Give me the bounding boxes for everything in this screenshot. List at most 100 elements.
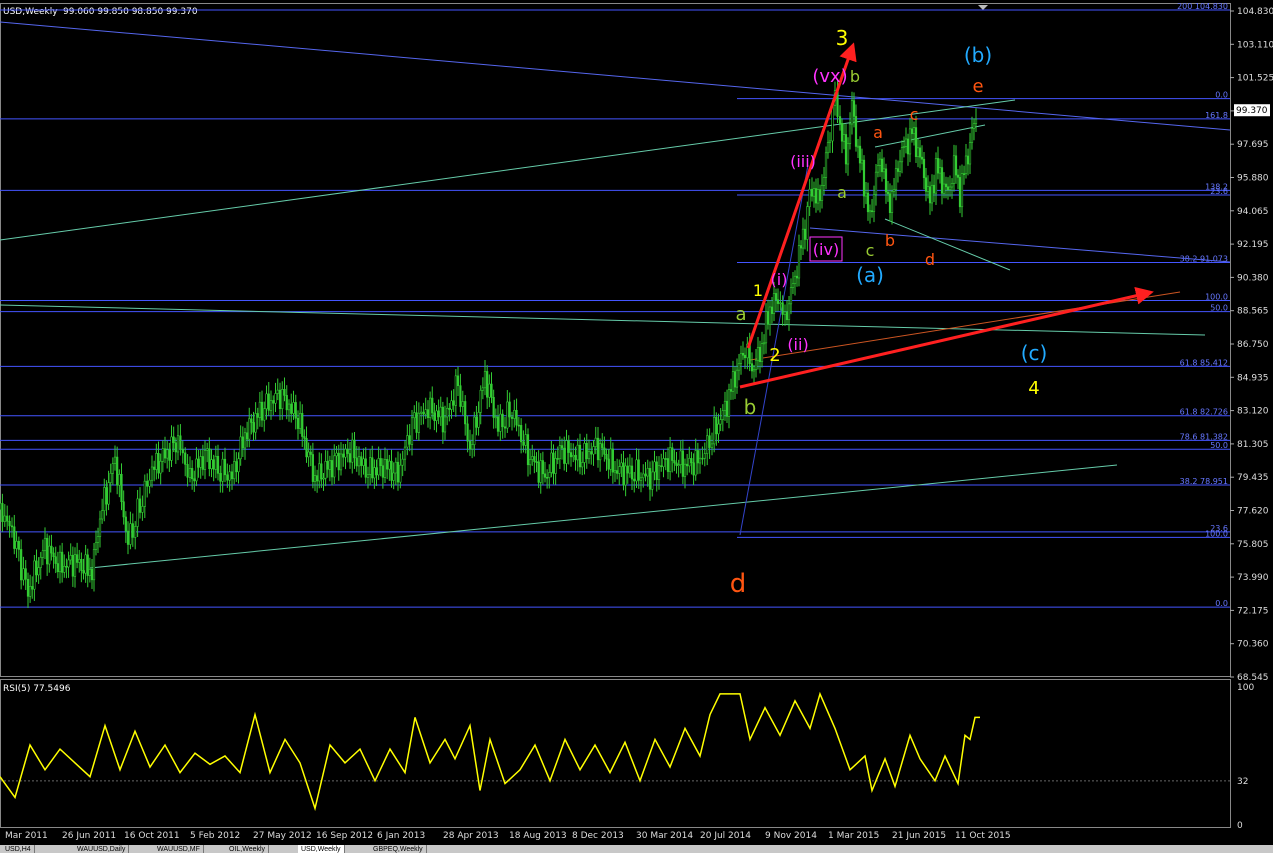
rsi-line (0, 691, 980, 812)
wave-label: (iv) (813, 240, 839, 259)
trend-line (0, 21, 1231, 131)
candle-body (972, 123, 976, 129)
candle-body (962, 173, 966, 175)
candle-body (219, 473, 222, 482)
candle-body (235, 461, 238, 473)
x-tick-label: 8 Dec 2013 (572, 831, 624, 841)
candle-body (822, 177, 826, 186)
candle-body (439, 406, 442, 418)
candle-body (637, 459, 640, 481)
candle-body (39, 556, 42, 568)
candle-body (743, 354, 747, 359)
candle-body (906, 138, 910, 155)
candle-body (499, 413, 502, 432)
x-tick-label: 28 Apr 2013 (443, 831, 499, 841)
candle-body (683, 463, 687, 477)
chart-tab[interactable]: OIL,Weekly (226, 845, 270, 853)
candle-body (410, 417, 414, 445)
chart-tab[interactable]: USD,H4 (2, 845, 35, 853)
candle-body (803, 228, 807, 240)
candle-body (958, 177, 962, 208)
candle-body (186, 464, 189, 478)
candle-body (233, 461, 236, 480)
fib-level-label: 38.2 78.951 (1180, 477, 1228, 486)
candle-body (105, 487, 108, 505)
candle-body (848, 123, 852, 144)
chart-tab[interactable]: USD,Weekly (298, 845, 345, 853)
candle-body (669, 447, 672, 472)
fib-level-label: 23.6 (1210, 187, 1228, 196)
candle-body (195, 458, 198, 482)
candle-body (475, 416, 478, 428)
candle-body (429, 397, 432, 418)
fib-level-label: 50.0 (1210, 441, 1228, 450)
candle-body (403, 446, 407, 460)
candle-body (812, 188, 816, 197)
candle-body (468, 440, 472, 450)
candle-body (954, 155, 958, 176)
candle-body (116, 456, 119, 486)
candle-body (866, 192, 870, 213)
candle-body (174, 442, 177, 453)
candle-body (620, 462, 623, 467)
wave-label: b (744, 395, 757, 419)
candle-body (727, 389, 731, 417)
candle-body (265, 393, 268, 410)
candle-body (646, 468, 649, 477)
candle-body (563, 447, 566, 464)
candle-body (940, 167, 944, 194)
candle-body (155, 453, 158, 470)
candle-body (408, 435, 411, 445)
candle-body (572, 454, 575, 458)
candle-body (764, 311, 768, 344)
candle-body (721, 410, 724, 420)
candle-body (246, 432, 249, 440)
x-tick-label: 11 Oct 2015 (955, 831, 1011, 841)
fib-level-label: 100.0 (1205, 529, 1228, 538)
candle-body (344, 448, 347, 458)
candle-body (417, 412, 420, 433)
candle-body (179, 435, 182, 450)
chart-tab[interactable]: WAUUSD,MF (154, 845, 204, 853)
candle-body (399, 464, 402, 483)
chart-tab[interactable]: WAUUSD,Daily (74, 845, 130, 853)
y-tick-label: 73.990 (1237, 573, 1269, 583)
candle-body (239, 436, 242, 460)
candle-body (330, 460, 334, 478)
candle-body (752, 369, 756, 372)
candle-body (842, 134, 846, 142)
candle-body (729, 389, 733, 392)
chart-tab[interactable]: GBPEQ,Weekly (370, 845, 427, 853)
candle-body (560, 445, 564, 449)
candle-body (690, 458, 693, 464)
candle-body (880, 158, 884, 173)
candle-body (454, 375, 457, 406)
candle-body (388, 460, 391, 470)
candle-body (787, 303, 791, 321)
candle-body (420, 411, 423, 414)
candle-body (552, 452, 555, 474)
candle-body (633, 478, 636, 482)
candle-body (357, 456, 361, 467)
candle-body (758, 346, 762, 362)
candle-body (671, 447, 674, 461)
rsi-tick-label: 0 (1237, 821, 1243, 831)
candle-body (206, 448, 209, 451)
candle-body (806, 206, 809, 240)
fib-level-label: 61.8 82.726 (1180, 408, 1228, 417)
candle-body (768, 306, 772, 325)
candle-body (364, 458, 367, 478)
candle-body (930, 184, 934, 204)
candle-body (290, 403, 293, 414)
wave-label: (ii) (787, 335, 808, 354)
candle-body (556, 458, 559, 460)
candle-body (609, 448, 612, 470)
candle-body (381, 465, 384, 478)
candle-body (375, 467, 378, 476)
candle-body (872, 194, 876, 212)
candle-body (565, 440, 568, 464)
candle-body (574, 454, 577, 461)
candle-body (944, 183, 948, 188)
candle-body (970, 128, 974, 143)
candle-body (585, 442, 588, 460)
